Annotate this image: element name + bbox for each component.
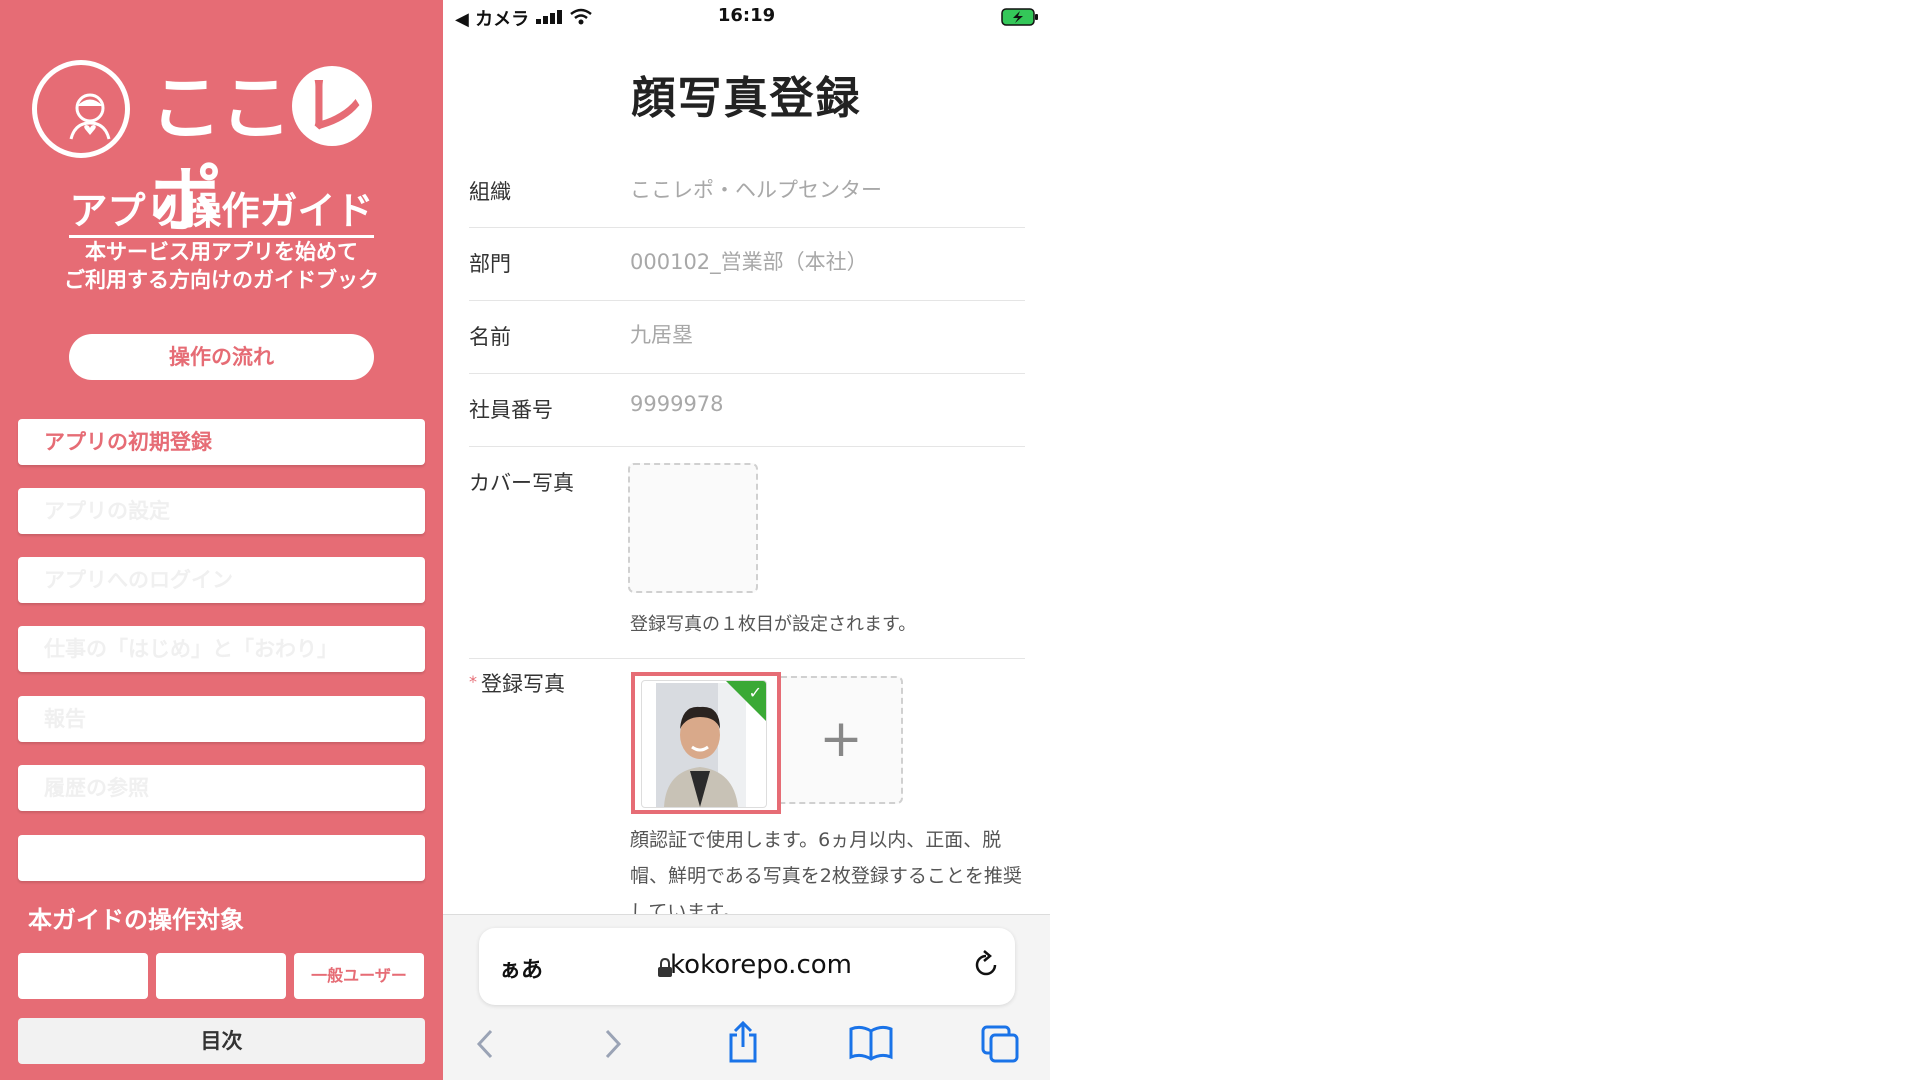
cover-photo-note: 登録写真の１枚目が設定されます。: [630, 614, 917, 635]
person-icon: [69, 93, 111, 140]
check-icon: ✓: [748, 683, 762, 702]
phone-screen: ◀ カメラ 16:19 顔写真登録 組織 ここレポ・ヘルプセンター 部門 000…: [443, 0, 1050, 1080]
row-value: 9999978: [630, 392, 724, 416]
guide-subtitle: 本サービス用アプリを始めて ご利用する方向けのガイドブック: [64, 240, 379, 292]
required-mark: *: [469, 672, 477, 691]
tabs-icon[interactable]: [981, 1025, 1021, 1063]
form-row-department: 部門 000102_営業部（本社）: [469, 228, 1025, 301]
registered-photo-thumbnail[interactable]: ✓: [641, 680, 767, 808]
address-bar[interactable]: ぁあ kokorepo.com: [479, 928, 1015, 1005]
back-arrow-icon[interactable]: [471, 1027, 501, 1061]
row-label: 組織: [469, 180, 511, 204]
target-button-1[interactable]: [18, 953, 148, 999]
menu-item-initial-registration[interactable]: アプリの初期登録: [18, 419, 425, 465]
row-value: 000102_営業部（本社）: [630, 250, 868, 274]
url-text: kokorepo.com: [670, 950, 852, 980]
form-row-name: 名前 九居塁: [469, 301, 1025, 374]
reload-icon[interactable]: [971, 950, 1001, 980]
forward-arrow-icon[interactable]: [597, 1027, 627, 1061]
form-row-employee-number: 社員番号 9999978: [469, 374, 1025, 447]
menu-item-report[interactable]: 報告: [18, 696, 425, 742]
logo-emblem-icon: [32, 60, 130, 158]
table-of-contents-button[interactable]: 目次: [18, 1018, 425, 1064]
page-title: 顔写真登録: [631, 73, 862, 124]
row-label: 名前: [469, 325, 511, 349]
battery-charging-icon: [1001, 8, 1038, 26]
guide-title: アプリ操作ガイド: [0, 180, 443, 238]
add-photo-button[interactable]: +: [781, 676, 903, 804]
target-section-title: 本ガイドの操作対象: [28, 906, 244, 934]
kokorepo-logo: ここ レポ: [28, 56, 418, 242]
menu-item-history[interactable]: 履歴の参照: [18, 765, 425, 811]
cover-photo-label: カバー写真: [469, 471, 574, 495]
registered-photo-label: * 登録写真: [469, 672, 565, 696]
row-value: 九居塁: [630, 323, 693, 347]
cover-photo-slot[interactable]: [628, 463, 758, 593]
clock: 16:19: [717, 5, 776, 26]
row-label: 部門: [469, 252, 511, 276]
operation-flow-button[interactable]: 操作の流れ: [69, 334, 374, 380]
target-button-general-user[interactable]: 一般ユーザー: [294, 953, 424, 999]
menu-item-app-settings[interactable]: アプリの設定: [18, 488, 425, 534]
menu-item-blank[interactable]: [18, 835, 425, 881]
row-value: ここレポ・ヘルプセンター: [630, 178, 882, 202]
menu-item-work-start-end[interactable]: 仕事の「はじめ」と「おわり」: [18, 626, 425, 672]
registered-photo-highlight: ✓: [631, 672, 781, 814]
status-bar: ◀ カメラ 16:19: [443, 0, 1050, 32]
form-row-organization: 組織 ここレポ・ヘルプセンター: [469, 160, 1025, 228]
share-icon[interactable]: [725, 1021, 761, 1063]
safari-toolbar: ぁあ kokorepo.com: [443, 914, 1050, 1080]
guide-panel: ここ レポ アプリ操作ガイド 本サービス用アプリを始めて ご利用する方向けのガイド…: [0, 0, 443, 1080]
menu-item-app-login[interactable]: アプリへのログイン: [18, 557, 425, 603]
target-button-2[interactable]: [156, 953, 286, 999]
bookmarks-icon[interactable]: [849, 1025, 893, 1061]
row-label: 社員番号: [469, 398, 553, 422]
